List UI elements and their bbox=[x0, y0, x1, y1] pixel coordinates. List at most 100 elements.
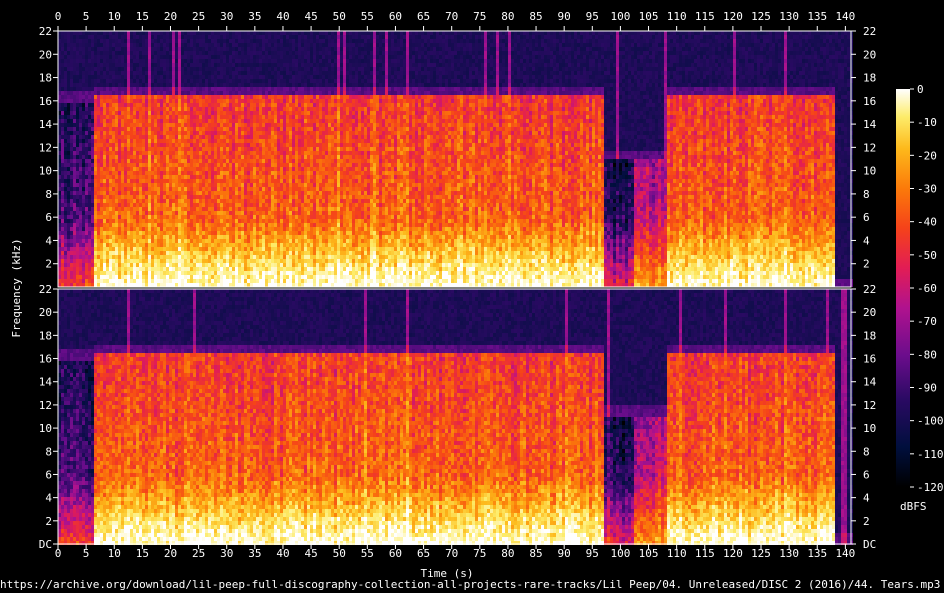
spectrogram-cell bbox=[76, 91, 79, 95]
spectrogram-cell bbox=[97, 167, 100, 171]
spectrogram-cell bbox=[169, 171, 172, 175]
spectrogram-cell bbox=[97, 67, 100, 71]
spectrogram-cell bbox=[148, 143, 151, 147]
spectrogram-cell bbox=[91, 215, 94, 219]
spectrogram-cell bbox=[109, 239, 112, 243]
spectrogram-cell bbox=[163, 167, 166, 171]
spectrogram-cell bbox=[118, 131, 121, 135]
spectrogram-cell bbox=[121, 51, 124, 55]
spectrogram-cell bbox=[103, 247, 106, 251]
spectrogram-cell bbox=[208, 199, 211, 203]
spectrogram-cell bbox=[157, 91, 160, 95]
spectrogram-cell bbox=[97, 263, 100, 267]
spectrogram-cell bbox=[148, 31, 151, 35]
spectrogram-cell bbox=[190, 83, 193, 87]
spectrogram-cell bbox=[91, 227, 94, 231]
spectrogram-cell bbox=[94, 31, 97, 35]
spectrogram-cell bbox=[109, 135, 112, 139]
spectrogram-cell bbox=[163, 187, 166, 191]
spectrogram-cell bbox=[127, 67, 130, 71]
spectrogram-cell bbox=[67, 39, 70, 43]
spectrogram-cell bbox=[112, 103, 115, 107]
spectrogram-cell bbox=[160, 127, 163, 131]
spectrogram-cell bbox=[82, 223, 85, 227]
spectrogram-cell bbox=[166, 79, 169, 83]
spectrogram-cell bbox=[181, 127, 184, 131]
spectrogram-cell bbox=[166, 91, 169, 95]
spectrogram-cell bbox=[64, 135, 67, 139]
spectrogram-cell bbox=[190, 139, 193, 143]
spectrogram-cell bbox=[61, 35, 64, 39]
spectrogram-cell bbox=[205, 175, 208, 179]
spectrogram-cell bbox=[178, 239, 181, 243]
spectrogram-cell bbox=[127, 79, 130, 83]
spectrogram-cell bbox=[193, 119, 196, 123]
spectrogram-cell bbox=[211, 207, 214, 211]
spectrogram-cell bbox=[181, 67, 184, 71]
spectrogram-cell bbox=[190, 111, 193, 115]
spectrogram-cell bbox=[133, 151, 136, 155]
spectrogram-cell bbox=[94, 63, 97, 67]
spectrogram-cell bbox=[130, 47, 133, 51]
spectrogram-cell bbox=[148, 35, 151, 39]
spectrogram-cell bbox=[88, 263, 91, 267]
spectrogram-cell bbox=[208, 55, 211, 59]
spectrogram-cell bbox=[163, 267, 166, 271]
spectrogram-cell bbox=[88, 163, 91, 167]
spectrogram-cell bbox=[151, 63, 154, 67]
spectrogram-cell bbox=[91, 247, 94, 251]
spectrogram-cell bbox=[175, 87, 178, 91]
spectrogram-cell bbox=[106, 191, 109, 195]
spectrogram-cell bbox=[187, 283, 190, 287]
spectrogram-cell bbox=[208, 131, 211, 135]
spectrogram-cell bbox=[106, 167, 109, 171]
spectrogram-cell bbox=[109, 43, 112, 47]
spectrogram-cell bbox=[130, 143, 133, 147]
spectrogram-cell bbox=[178, 163, 181, 167]
spectrogram-cell bbox=[97, 91, 100, 95]
spectrogram-cell bbox=[199, 87, 202, 91]
spectrogram-cell bbox=[148, 255, 151, 259]
spectrogram-cell bbox=[196, 43, 199, 47]
spectrogram-cell bbox=[193, 207, 196, 211]
spectrogram-cell bbox=[61, 183, 64, 187]
spectrogram-cell bbox=[187, 135, 190, 139]
spectrogram-cell bbox=[61, 95, 64, 99]
spectrogram-cell bbox=[193, 275, 196, 279]
spectrogram-cell bbox=[97, 215, 100, 219]
spectrogram-cell bbox=[73, 163, 76, 167]
spectrogram-cell bbox=[100, 123, 103, 127]
spectrogram-cell bbox=[160, 43, 163, 47]
spectrogram-cell bbox=[97, 83, 100, 87]
spectrogram-cell bbox=[193, 195, 196, 199]
spectrogram-cell bbox=[196, 115, 199, 119]
spectrogram-cell bbox=[175, 259, 178, 263]
spectrogram-cell bbox=[79, 95, 82, 99]
spectrogram-cell bbox=[88, 67, 91, 71]
spectrogram-cell bbox=[208, 231, 211, 235]
spectrogram-cell bbox=[148, 227, 151, 231]
spectrogram-cell bbox=[211, 167, 214, 171]
spectrogram-cell bbox=[148, 71, 151, 75]
spectrogram-cell bbox=[199, 283, 202, 287]
spectrogram-cell bbox=[85, 171, 88, 175]
spectrogram-cell bbox=[88, 219, 91, 223]
spectrogram-cell bbox=[193, 259, 196, 263]
spectrogram-cell bbox=[97, 43, 100, 47]
spectrogram-cell bbox=[160, 35, 163, 39]
spectrogram-cell bbox=[70, 263, 73, 267]
spectrogram-cell bbox=[211, 179, 214, 183]
spectrogram-cell bbox=[157, 267, 160, 271]
spectrogram-cell bbox=[157, 59, 160, 63]
spectrogram-cell bbox=[79, 107, 82, 111]
spectrogram-cell bbox=[154, 235, 157, 239]
spectrogram-cell bbox=[133, 131, 136, 135]
spectrogram-cell bbox=[130, 59, 133, 63]
spectrogram-cell bbox=[193, 43, 196, 47]
spectrogram-cell bbox=[175, 51, 178, 55]
spectrogram-cell bbox=[76, 107, 79, 111]
spectrogram-cell bbox=[181, 131, 184, 135]
spectrogram-cell bbox=[109, 187, 112, 191]
spectrogram-cell bbox=[64, 119, 67, 123]
spectrogram-cell bbox=[211, 283, 214, 287]
